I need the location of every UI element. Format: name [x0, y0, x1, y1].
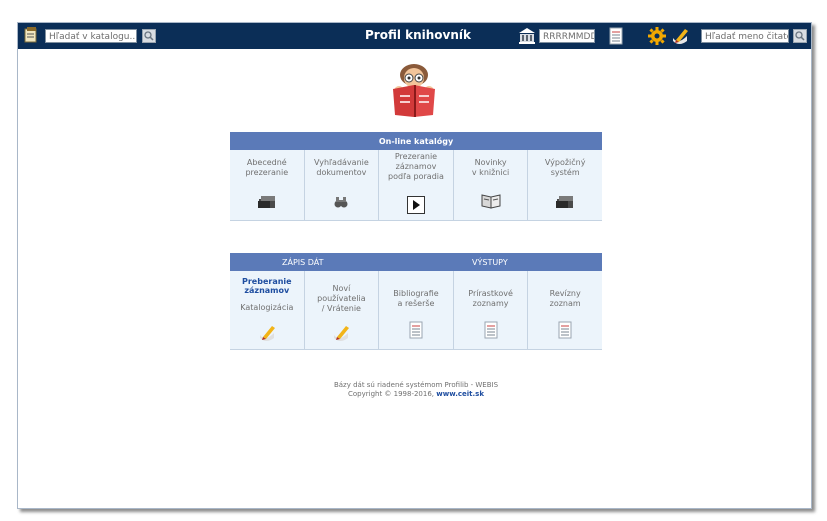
outputs-heading: VÝSTUPY [472, 257, 508, 267]
library-icon[interactable] [518, 28, 536, 44]
play-icon [406, 196, 425, 218]
catalog-item-loans[interactable]: Výpožičný systém [527, 150, 602, 220]
page: Hľadať v katalogu... Profil knihovník RR… [0, 0, 827, 521]
catalogs-row: Abecedné prezeranie Vyhľadávanie dokumen… [230, 150, 602, 221]
data-entry-heading: ZÁPIS DÁT [282, 257, 324, 267]
copyright-text: Copyright © 1998-2016, [347, 390, 435, 398]
document-icon [484, 321, 498, 343]
books-icon [257, 194, 277, 213]
task-item-label: Prírastkové zoznamy [468, 289, 513, 308]
tasks-panel: ZÁPIS DÁT VÝSTUPY Preberanie záznamov Ka… [230, 253, 602, 350]
task-item-label: Bibliografie a rešerše [393, 289, 439, 308]
pencil-icon [257, 323, 277, 347]
catalog-item-label: Výpožičný systém [544, 158, 586, 177]
catalog-item-label: Abecedné prezeranie [245, 158, 289, 177]
books-icon [555, 194, 575, 213]
catalogs-panel: On-line katalógy Abecedné prezeranie Vyh… [230, 132, 602, 221]
binoculars-icon [334, 194, 348, 213]
footer-line: Bázy dát sú riadené systémom Profilib - … [333, 381, 499, 389]
search-icon [144, 31, 154, 41]
app-frame: Hľadať v katalogu... Profil knihovník RR… [17, 22, 812, 509]
catalogs-header: On-line katalógy [230, 132, 602, 150]
catalog-item-search[interactable]: Vyhľadávanie dokumentov [303, 150, 379, 220]
task-item-label: Revízny zoznam [549, 289, 581, 308]
reader-mascot-icon [385, 61, 443, 121]
top-bar: Hľadať v katalogu... Profil knihovník RR… [18, 23, 811, 49]
document-icon [409, 321, 423, 343]
gear-icon[interactable] [648, 27, 666, 45]
document-icon[interactable] [609, 27, 623, 45]
pencil-icon [331, 323, 351, 347]
task-item-bibliographies[interactable]: Bibliografie a rešerše [378, 271, 453, 349]
catalog-item-browse-order[interactable]: Prezeranie záznamov podľa poradia [378, 150, 453, 220]
logo-icon[interactable] [24, 27, 38, 43]
catalog-search-input[interactable]: Hľadať v katalogu... [45, 29, 137, 43]
catalog-item-alphabetic[interactable]: Abecedné prezeranie [230, 150, 304, 220]
task-item-accession-lists[interactable]: Prírastkové zoznamy [452, 271, 528, 349]
document-icon [558, 321, 572, 343]
catalog-search-button[interactable] [142, 29, 156, 43]
tasks-header: ZÁPIS DÁT VÝSTUPY [230, 253, 602, 271]
open-book-icon [481, 193, 501, 213]
ceit-link[interactable]: www.ceit.sk [436, 390, 484, 398]
page-title: Profil knihovník [364, 28, 472, 42]
task-item-label: Katalogizácia [240, 303, 294, 312]
catalog-item-news[interactable]: Novinky v knižnici [452, 150, 528, 220]
task-item-new-users[interactable]: Noví používatelia / Vrátenie [303, 271, 379, 349]
task-item-revision-list[interactable]: Revízny zoznam [527, 271, 602, 349]
records-import-link[interactable]: Preberanie záznamov [230, 271, 304, 295]
catalog-item-label: Prezeranie záznamov podľa poradia [388, 152, 444, 181]
task-item-label: Noví používatelia / Vrátenie [317, 284, 366, 313]
task-item-cataloging[interactable]: Preberanie záznamov Katalogizácia [230, 271, 304, 349]
reader-search-input[interactable]: Hľadať meno čitateľa [701, 29, 789, 43]
footer-copyright: Copyright © 1998-2016, www.ceit.sk [230, 390, 602, 399]
reader-search-button[interactable] [793, 29, 807, 43]
footer: Bázy dát sú riadené systémom Profilib - … [230, 381, 602, 399]
date-input[interactable]: RRRRMMDD [539, 29, 595, 43]
edit-icon[interactable] [670, 26, 690, 46]
catalog-item-label: Novinky v knižnici [471, 158, 510, 177]
tasks-row: Preberanie záznamov Katalogizácia Noví p… [230, 271, 602, 350]
search-icon [795, 31, 805, 41]
catalog-item-label: Vyhľadávanie dokumentov [313, 158, 369, 177]
